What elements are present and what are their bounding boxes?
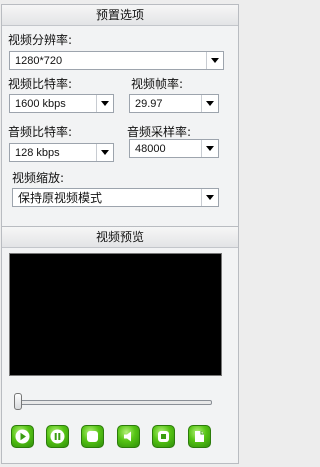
video-bitrate-select[interactable]: 1600 kbps (9, 94, 114, 113)
volume-button[interactable] (117, 425, 140, 448)
play-icon (15, 429, 30, 444)
chevron-down-icon[interactable] (206, 52, 223, 69)
chevron-down-icon[interactable] (201, 95, 218, 112)
video-bitrate-value: 1600 kbps (15, 98, 66, 110)
video-screen[interactable] (9, 253, 222, 376)
video-bitrate-label: 视频比特率: (8, 77, 73, 91)
audio-bitrate-label: 音频比特率: (8, 125, 73, 139)
sample-rate-value: 48000 (135, 143, 166, 155)
frame-rate-value: 29.97 (135, 98, 163, 110)
fullscreen-button[interactable] (152, 425, 175, 448)
audio-bitrate-value: 128 kbps (15, 147, 60, 159)
scaling-value: 保持原视频模式 (18, 191, 103, 205)
pause-icon (50, 429, 65, 444)
stop-button[interactable] (81, 425, 104, 448)
scaling-select[interactable]: 保持原视频模式 (12, 188, 219, 207)
snapshot-icon (195, 431, 204, 442)
fullscreen-icon (158, 431, 169, 442)
chevron-down-icon[interactable] (96, 144, 113, 161)
seek-slider-thumb[interactable] (14, 393, 22, 410)
preset-options-title: 预置选项 (2, 5, 238, 26)
resolution-label: 视频分辨率: (8, 33, 73, 47)
volume-icon (124, 431, 131, 442)
pause-button[interactable] (46, 425, 69, 448)
stop-icon (87, 431, 98, 442)
chevron-down-icon[interactable] (96, 95, 113, 112)
chevron-down-icon[interactable] (201, 140, 218, 157)
resolution-value: 1280*720 (15, 55, 63, 67)
frame-rate-select[interactable]: 29.97 (129, 94, 219, 113)
audio-bitrate-select[interactable]: 128 kbps (9, 143, 114, 162)
sample-rate-label: 音频采样率: (127, 125, 192, 139)
resolution-select[interactable]: 1280*720 (9, 51, 224, 70)
scaling-label: 视频缩放: (12, 171, 65, 185)
video-preview-title: 视频预览 (2, 227, 238, 248)
seek-slider-track[interactable] (16, 400, 212, 405)
snapshot-button[interactable] (188, 425, 211, 448)
sample-rate-select[interactable]: 48000 (129, 139, 219, 158)
play-button[interactable] (11, 425, 34, 448)
frame-rate-label: 视频帧率: (131, 77, 184, 91)
chevron-down-icon[interactable] (201, 189, 218, 206)
